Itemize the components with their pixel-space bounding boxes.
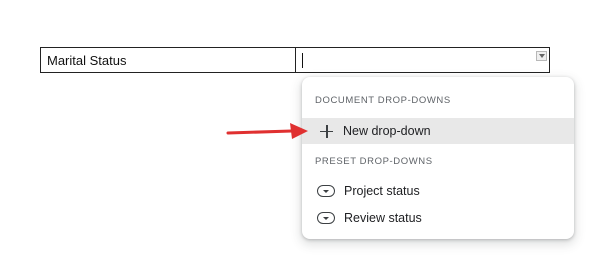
preset-label: Review status: [344, 211, 422, 225]
dropdown-chip-icon: [317, 185, 335, 197]
cell-label-text: Marital Status: [47, 52, 127, 68]
preset-label: Project status: [344, 184, 420, 198]
cell-dropdown-button[interactable]: [536, 51, 547, 61]
plus-icon: [320, 124, 333, 138]
dropdown-chip-icon: [317, 212, 335, 224]
section-header-preset: PRESET DROP-DOWNS: [315, 156, 433, 167]
red-arrow-icon: [226, 123, 308, 139]
preset-item-project-status[interactable]: Project status: [302, 178, 574, 204]
chevron-down-icon: [538, 54, 545, 58]
table-cell-label[interactable]: Marital Status: [41, 48, 296, 72]
preset-item-review-status[interactable]: Review status: [302, 205, 574, 231]
document-canvas: Marital Status DOCUMENT DROP-DOWNS New d…: [0, 0, 600, 264]
new-dropdown-label: New drop-down: [343, 124, 431, 138]
new-dropdown-item[interactable]: New drop-down: [302, 118, 574, 144]
dropdown-menu: DOCUMENT DROP-DOWNS New drop-down PRESET…: [302, 77, 574, 239]
document-table: Marital Status: [40, 47, 550, 73]
text-cursor: [302, 52, 303, 68]
table-cell-value[interactable]: [296, 48, 549, 72]
section-header-document: DOCUMENT DROP-DOWNS: [315, 95, 451, 106]
